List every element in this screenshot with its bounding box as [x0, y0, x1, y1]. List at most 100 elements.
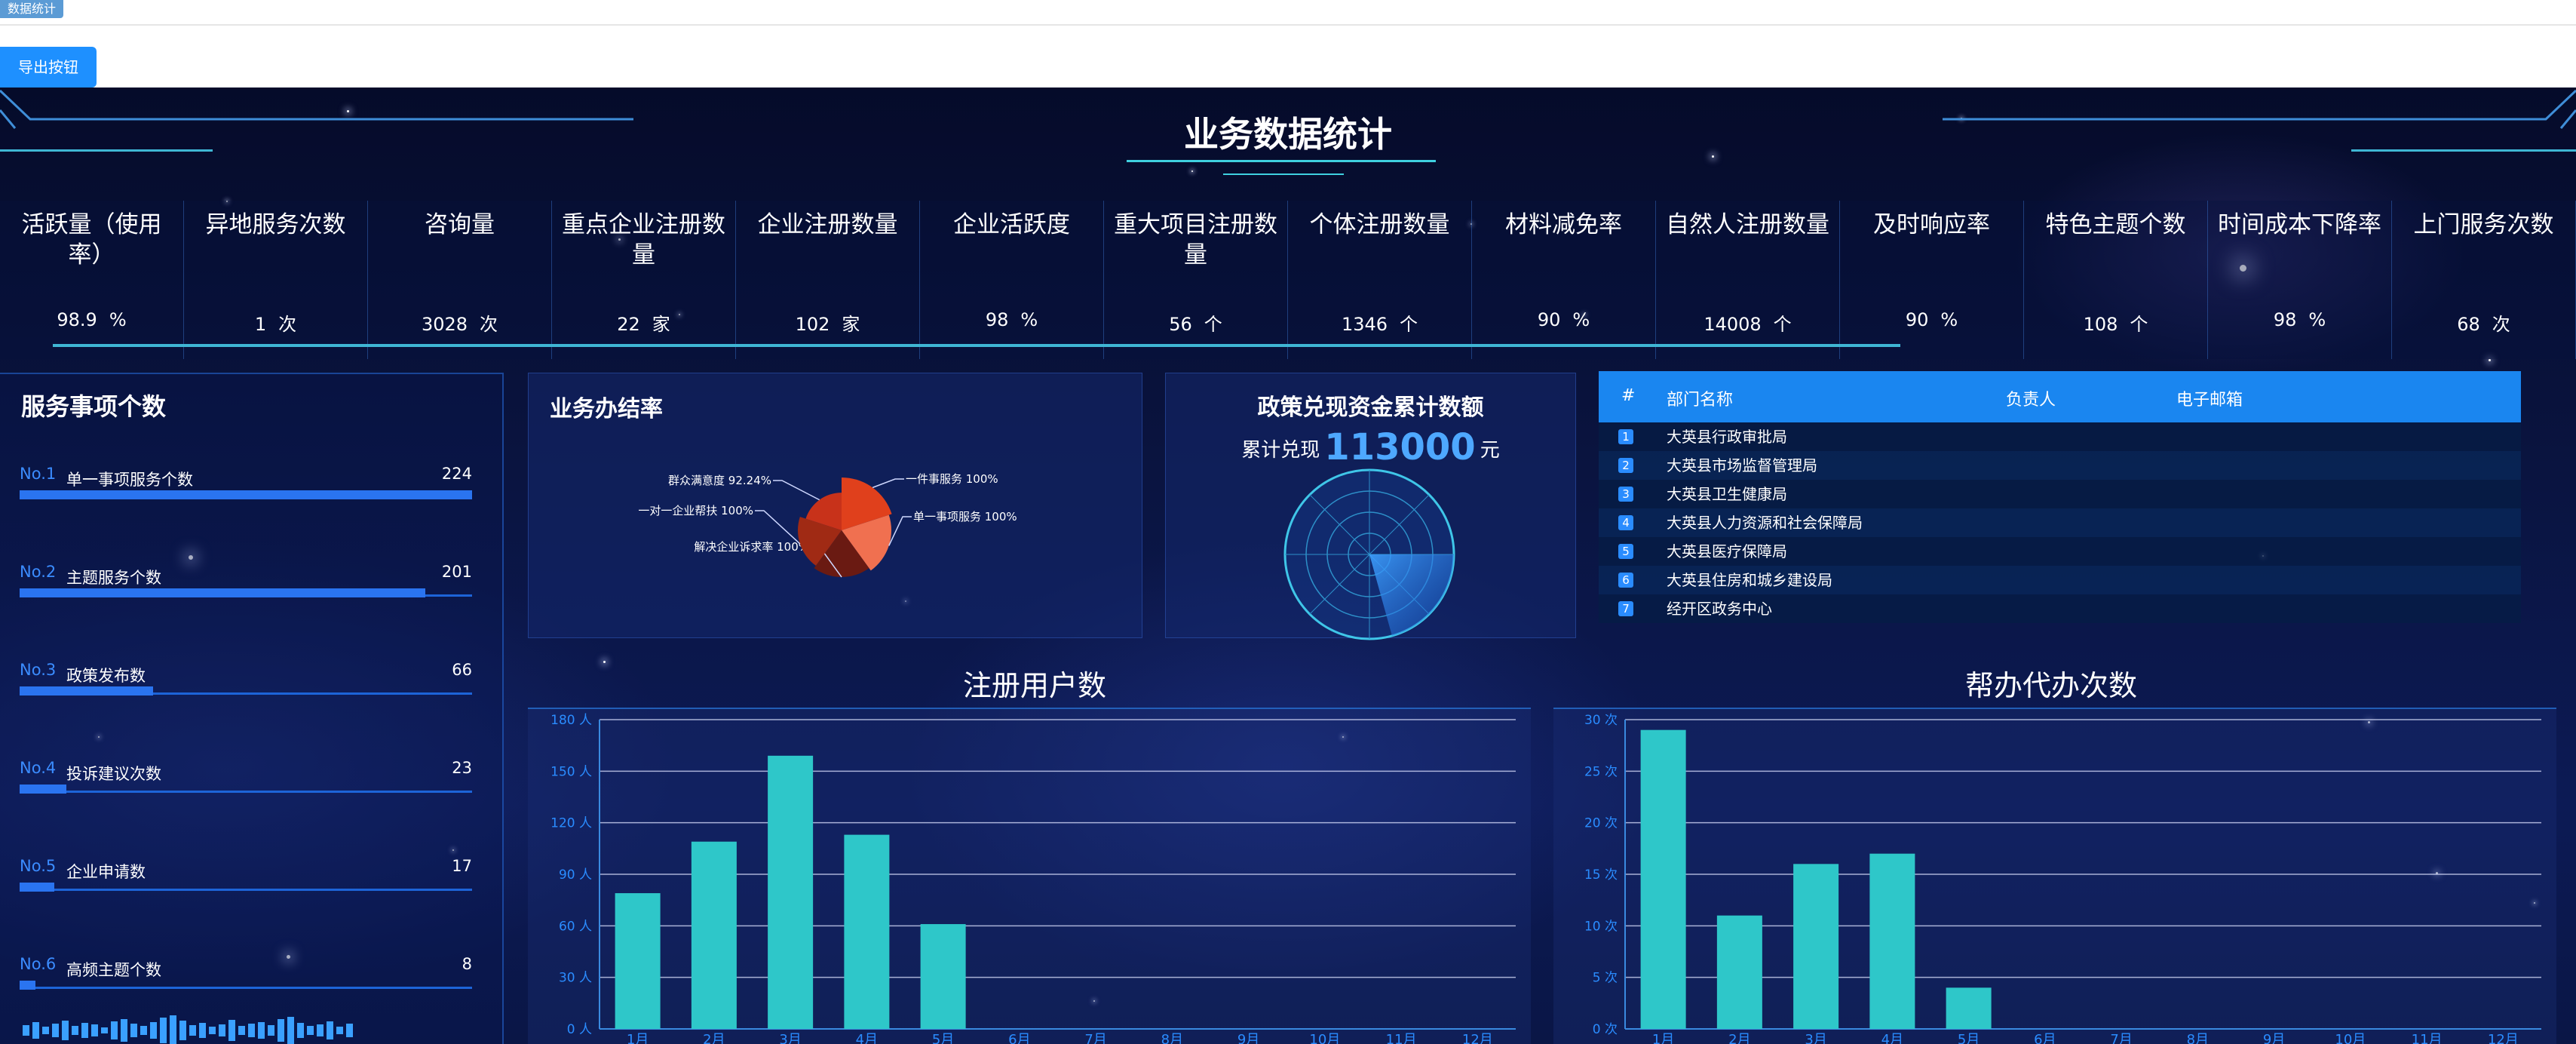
row-index-badge: 1 [1618, 429, 1633, 444]
stat-card: 材料减免率 90% [1472, 201, 1656, 359]
stat-number: 98 [2273, 309, 2297, 330]
stat-unit: 次 [2492, 314, 2510, 335]
stat-unit: % [2308, 309, 2326, 330]
service-items-title: 服务事项个数 [21, 392, 167, 421]
wave-bar [72, 1026, 78, 1035]
x-tick-label: 3月 [1805, 1032, 1826, 1044]
service-rank: No.6 [20, 955, 57, 973]
service-bar [20, 981, 36, 990]
table-row[interactable]: 1 大英县行政审批局 [1599, 422, 2521, 451]
row-department-name: 经开区政务中心 [1667, 600, 1772, 618]
wave-bar [248, 1024, 255, 1037]
stat-card: 企业活跃度 98% [920, 201, 1104, 359]
y-tick-label: 150 人 [550, 764, 592, 779]
x-tick-label: 6月 [2034, 1032, 2056, 1044]
row-index-badge: 3 [1618, 487, 1633, 502]
wave-bar [179, 1021, 186, 1040]
service-count: 8 [462, 955, 472, 973]
table-row[interactable]: 4 大英县人力资源和社会保障局 [1599, 508, 2521, 537]
y-tick-label: 25 次 [1584, 764, 1618, 779]
wave-bar [199, 1023, 206, 1038]
stat-number: 1 [254, 314, 267, 335]
stat-value: 98% [920, 309, 1103, 330]
wave-bar [189, 1025, 196, 1036]
service-item: No.2 主题服务个数 201 [20, 563, 472, 608]
header-frame-left [0, 89, 633, 129]
stat-number: 98.9 [57, 309, 97, 330]
registered-users-chart-title: 注册用户数 [962, 669, 1106, 702]
service-name: 高频主题个数 [66, 961, 161, 979]
table-row[interactable]: 3 大英县卫生健康局 [1599, 480, 2521, 508]
x-tick-label: 1月 [627, 1032, 649, 1044]
policy-fund-title: 政策兑现资金累计数额 [1257, 395, 1484, 421]
col-index: # [1621, 386, 1636, 405]
bar [1946, 987, 1992, 1029]
assisted-handling-chart: 0 次 5 次 10 次 15 次 20 次 25 次 30 次 1月 2月 3月 4月 5月 6月 7月… [1553, 708, 2556, 1044]
stat-label: 企业活跃度 [953, 211, 1070, 238]
service-rank: No.5 [20, 857, 57, 875]
x-tick-label: 12月 [1462, 1032, 1493, 1044]
row-department-name: 大英县市场监督管理局 [1667, 456, 1817, 474]
wave-bar [268, 1025, 274, 1036]
stat-card: 咨询量 3028 次 [368, 201, 552, 359]
bar [1793, 864, 1839, 1029]
row-department-name: 大英县人力资源和社会保障局 [1667, 514, 1863, 532]
table-row[interactable]: 7 经开区政务中心 [1599, 594, 2521, 623]
stat-number: 102 [795, 314, 830, 335]
department-table-header: # 部门名称 负责人 电子邮箱 [1599, 371, 2521, 422]
stat-unit: 次 [278, 314, 297, 335]
stat-number: 108 [2083, 314, 2118, 335]
stat-label: 特色主题个数 [2045, 211, 2186, 238]
stat-unit: 个 [1773, 314, 1792, 335]
fund-prefix: 累计兑现 [1241, 439, 1320, 462]
service-name: 主题服务个数 [66, 569, 161, 587]
stat-value: 3028 次 [368, 309, 551, 336]
tab-data-stats[interactable]: 数据统计 [0, 0, 64, 18]
wave-bar [160, 1018, 167, 1043]
table-row[interactable]: 6 大英县住房和城乡建设局 [1599, 566, 2521, 594]
completion-rate-panel: 业务办结率 一件事服务 100% 单一事项服务 100% 解决企业诉求率 100% 一… [528, 373, 1142, 638]
stat-unit: 个 [1204, 314, 1222, 335]
stat-card: 自然人注册数量 14008 个 [1656, 201, 1840, 359]
star-decoration [2489, 359, 2491, 361]
stat-number: 98 [985, 309, 1009, 330]
row-department-name: 大英县行政审批局 [1667, 428, 1787, 446]
stat-value: 14008 个 [1656, 309, 1839, 336]
service-track [20, 791, 472, 793]
x-tick-label: 11月 [1386, 1032, 1417, 1044]
stat-label: 咨询量 [425, 211, 495, 238]
stats-underline [53, 344, 1900, 347]
x-tick-label: 5月 [932, 1032, 954, 1044]
stat-card: 及时响应率 90% [1840, 201, 2024, 359]
service-items-panel: 服务事项个数 No.1 单一事项服务个数 224 No.2 主题服务个数 201 No.3 政… [0, 373, 504, 1044]
wave-bar [121, 1019, 127, 1042]
x-tick-label: 7月 [1084, 1032, 1106, 1044]
stat-unit: 家 [842, 314, 860, 335]
export-button[interactable]: 导出按钮 [0, 47, 97, 88]
table-row[interactable]: 2 大英县市场监督管理局 [1599, 451, 2521, 480]
stat-number: 56 [1169, 314, 1192, 335]
title-underline [1127, 160, 1436, 162]
stat-card: 重点企业注册数量 22 家 [552, 201, 736, 359]
stat-value: 1346 个 [1288, 309, 1471, 336]
stat-number: 90 [1537, 309, 1561, 330]
service-rank: No.2 [20, 563, 57, 581]
bar [1716, 915, 1762, 1029]
bar [844, 834, 890, 1029]
stat-number: 22 [617, 314, 640, 335]
tab-divider [0, 24, 2576, 26]
completion-rate-title: 业务办结率 [550, 396, 663, 422]
y-tick-label: 90 人 [559, 867, 592, 883]
bar [920, 924, 966, 1029]
stat-unit: % [1020, 309, 1038, 330]
table-row[interactable]: 5 大英县医疗保障局 [1599, 537, 2521, 566]
stat-number: 68 [2457, 314, 2480, 335]
stat-label: 及时响应率 [1873, 211, 1990, 238]
stat-unit: 个 [2130, 314, 2148, 335]
row-department-name: 大英县住房和城乡建设局 [1667, 571, 1832, 589]
pie-label: 单一事项服务 100% [913, 510, 1017, 524]
star-decoration [603, 661, 606, 663]
stat-value: 22 家 [552, 309, 735, 336]
stat-value: 90% [1472, 309, 1655, 330]
wave-bar [91, 1024, 98, 1036]
